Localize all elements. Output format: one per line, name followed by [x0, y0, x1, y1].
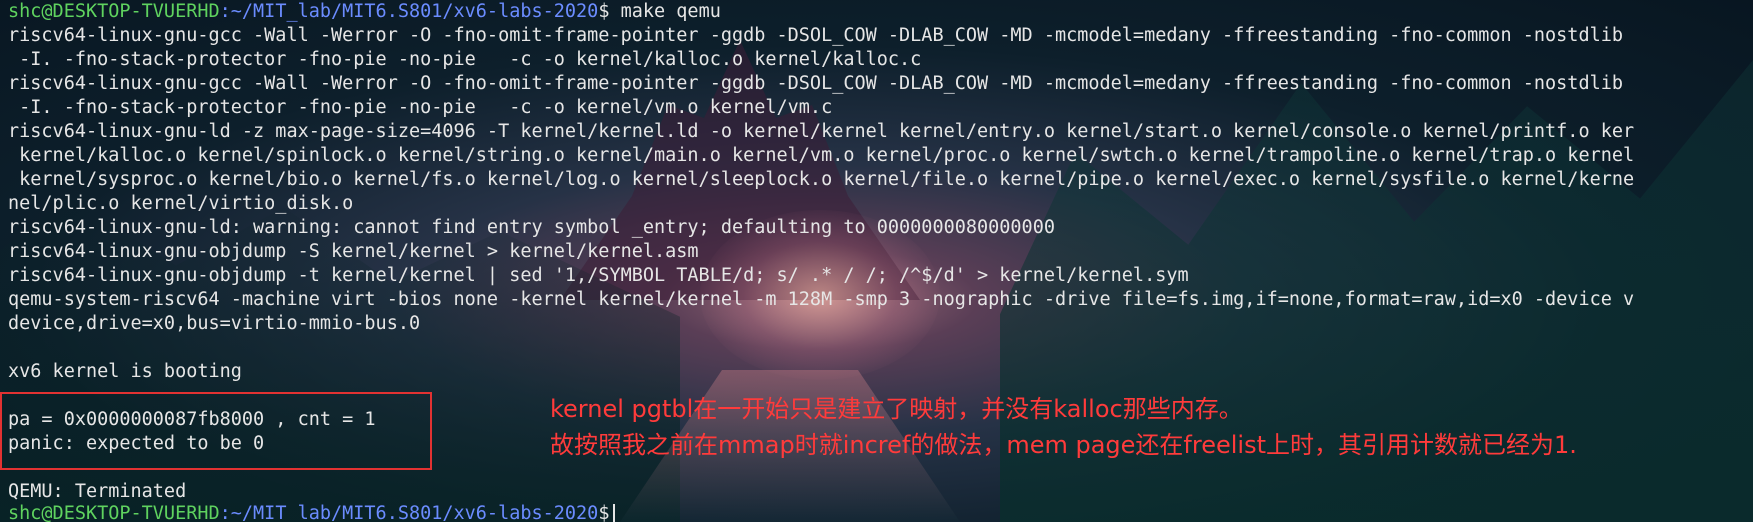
output-line: riscv64-linux-gnu-objdump -S kernel/kern…: [8, 241, 699, 262]
prompt-symbol: $: [598, 503, 610, 522]
output-line: -I. -fno-stack-protector -fno-pie -no-pi…: [8, 97, 833, 118]
output-line: -I. -fno-stack-protector -fno-pie -no-pi…: [8, 49, 922, 70]
output-line-boot: xv6 kernel is booting: [8, 361, 242, 382]
output-line: kernel/sysproc.o kernel/bio.o kernel/fs.…: [8, 169, 1635, 190]
output-line: kernel/kalloc.o kernel/spinlock.o kernel…: [8, 145, 1635, 166]
output-line: device,drive=x0,bus=virtio-mmio-bus.0: [8, 313, 421, 334]
command-text: make qemu: [609, 1, 721, 22]
output-line: nel/plic.o kernel/virtio_disk.o: [8, 193, 354, 214]
prompt-path: :~/MIT_lab/MIT6.S801/xv6-labs-2020: [219, 1, 599, 22]
output-line: riscv64-linux-gnu-gcc -Wall -Werror -O -…: [8, 25, 1624, 46]
output-line: riscv64-linux-gnu-gcc -Wall -Werror -O -…: [8, 73, 1624, 94]
prompt-line-bottom[interactable]: shc@DESKTOP-TVUERHD:~/MIT_lab/MIT6.S801/…: [8, 502, 616, 522]
output-line-terminated: QEMU: Terminated: [8, 481, 187, 502]
prompt-line-top: shc@DESKTOP-TVUERHD:~/MIT_lab/MIT6.S801/…: [8, 0, 721, 24]
output-line: qemu-system-riscv64 -machine virt -bios …: [8, 289, 1635, 310]
annotation-line-1: kernel pgtbl在一开始只是建立了映射，并没有kalloc那些内存。: [550, 395, 1243, 423]
terminal-window[interactable]: shc@DESKTOP-TVUERHD:~/MIT_lab/MIT6.S801/…: [0, 0, 1753, 522]
prompt-user-host: shc@DESKTOP-TVUERHD: [8, 1, 220, 22]
annotation-line-2: 故按照我之前在mmap时就incref的做法，mem page还在freelis…: [550, 431, 1577, 459]
prompt-path: :~/MIT_lab/MIT6.S801/xv6-labs-2020: [219, 503, 599, 522]
output-line: riscv64-linux-gnu-ld -z max-page-size=40…: [8, 121, 1635, 142]
red-highlight-box: [0, 392, 432, 470]
output-line: riscv64-linux-gnu-objdump -t kernel/kern…: [8, 265, 1189, 286]
text-cursor: [613, 504, 616, 522]
output-line: riscv64-linux-gnu-ld: warning: cannot fi…: [8, 217, 1055, 238]
prompt-symbol: $: [598, 1, 610, 22]
prompt-user-host: shc@DESKTOP-TVUERHD: [8, 503, 220, 522]
